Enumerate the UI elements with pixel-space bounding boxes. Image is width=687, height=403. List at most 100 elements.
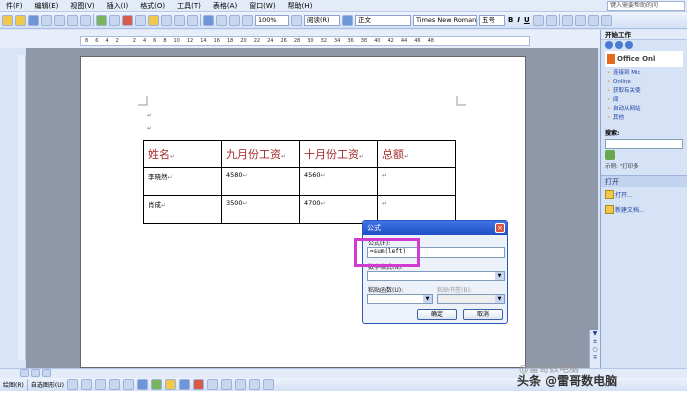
- bullets-icon[interactable]: [587, 14, 599, 26]
- go-arrow-icon[interactable]: [605, 150, 615, 160]
- menu-file[interactable]: 件(F): [0, 1, 29, 11]
- font-color-icon[interactable]: [192, 379, 204, 390]
- styles-icon[interactable]: [342, 14, 353, 26]
- back-icon[interactable]: [605, 41, 613, 49]
- cancel-button[interactable]: 取消: [463, 309, 503, 320]
- reading-button[interactable]: 阅读(R): [304, 14, 340, 26]
- menu-window[interactable]: 窗口(W): [243, 1, 281, 11]
- draw-menu[interactable]: 绘图(R): [3, 380, 24, 389]
- task-pane-link-cont[interactable]: Online: [601, 78, 687, 87]
- horizontal-ruler[interactable]: 8 6 4 2 2 4 6 8 10 12 14 16 18 20 22 24 …: [80, 36, 530, 46]
- task-pane-link[interactable]: 自动从网站: [601, 105, 687, 114]
- table-header-cell[interactable]: 姓名↵: [143, 140, 222, 168]
- number-format-select[interactable]: ▼: [367, 271, 505, 281]
- table-cell[interactable]: 3500↵: [221, 195, 300, 224]
- italic-button[interactable]: I: [516, 16, 521, 24]
- task-pane-title[interactable]: 开始工作: [601, 30, 687, 40]
- home-icon[interactable]: [625, 41, 633, 49]
- open-file-link[interactable]: 打开...: [601, 187, 687, 202]
- line-style-icon[interactable]: [206, 379, 218, 390]
- table-cell[interactable]: 4560↵: [299, 167, 378, 196]
- table-cell[interactable]: 肖成↵: [143, 195, 222, 224]
- print-view-icon[interactable]: [42, 369, 51, 377]
- format-painter-icon[interactable]: [161, 14, 172, 26]
- insert-excel-icon[interactable]: [242, 14, 253, 26]
- menu-format[interactable]: 格式(O): [134, 1, 171, 11]
- web-view-icon[interactable]: [31, 369, 40, 377]
- underline-button[interactable]: U: [523, 16, 531, 24]
- task-pane-link-cont[interactable]: 闻: [601, 96, 687, 105]
- copy-icon[interactable]: [135, 14, 146, 26]
- wordart-icon[interactable]: [136, 379, 148, 390]
- clipart-icon[interactable]: [150, 379, 162, 390]
- new-document-link[interactable]: 新建文档...: [601, 202, 687, 217]
- paste-bookmark-select[interactable]: ▼: [437, 294, 505, 304]
- line-color-icon[interactable]: [178, 379, 190, 390]
- cut-icon[interactable]: [122, 14, 133, 26]
- table-header-cell[interactable]: 十月份工资↵: [299, 140, 378, 168]
- dash-style-icon[interactable]: [220, 379, 232, 390]
- vertical-ruler[interactable]: [18, 55, 26, 360]
- task-pane-link-more[interactable]: 其他: [601, 114, 687, 123]
- numbering-icon[interactable]: [574, 14, 586, 26]
- line-icon[interactable]: [66, 379, 78, 390]
- font-select[interactable]: Times New Roman: [413, 14, 477, 26]
- ok-button[interactable]: 确定: [417, 309, 457, 320]
- salary-table[interactable]: 姓名↵ 九月份工资↵ 十月份工资↵ 总额↵ 李晓然↵ 4580↵ 4560↵ ↵…: [143, 140, 456, 224]
- menu-help[interactable]: 帮助(H): [282, 1, 319, 11]
- font-size-select[interactable]: 五号: [479, 14, 505, 26]
- decrease-indent-icon[interactable]: [600, 14, 612, 26]
- paste-icon[interactable]: [148, 14, 159, 26]
- tables-borders-icon[interactable]: [216, 14, 227, 26]
- table-cell[interactable]: 李晓然↵: [143, 167, 222, 196]
- menu-insert[interactable]: 插入(I): [101, 1, 135, 11]
- autoshapes-menu[interactable]: 自选图形(U): [31, 380, 64, 389]
- bold-button[interactable]: B: [507, 16, 514, 24]
- dialog-title-bar[interactable]: 公式 ×: [363, 221, 507, 235]
- help-search-box[interactable]: 键入需要帮助的问: [607, 1, 685, 11]
- print-icon[interactable]: [67, 14, 78, 26]
- open-icon[interactable]: [15, 14, 26, 26]
- table-cell[interactable]: 4580↵: [221, 167, 300, 196]
- new-icon[interactable]: [2, 14, 13, 26]
- menu-tools[interactable]: 工具(T): [171, 1, 207, 11]
- print-preview-icon[interactable]: [80, 14, 91, 26]
- align-justify-icon[interactable]: [561, 14, 573, 26]
- help-icon[interactable]: [291, 14, 302, 26]
- style-select[interactable]: 正文: [355, 14, 411, 26]
- save-icon[interactable]: [28, 14, 39, 26]
- oval-icon[interactable]: [108, 379, 120, 390]
- table-header-cell[interactable]: 九月份工资↵: [221, 140, 300, 168]
- research-icon[interactable]: [109, 14, 120, 26]
- textbox-icon[interactable]: [122, 379, 134, 390]
- table-cell[interactable]: ↵: [377, 167, 456, 196]
- insert-table-icon[interactable]: [229, 14, 240, 26]
- close-button[interactable]: ×: [495, 223, 505, 233]
- task-pane-link[interactable]: 获取有关使: [601, 87, 687, 96]
- menu-table[interactable]: 表格(A): [207, 1, 243, 11]
- vertical-scrollbar[interactable]: ▼ ± ○ ∓: [589, 330, 600, 368]
- paste-function-select[interactable]: ▼: [367, 294, 433, 304]
- arrow-icon[interactable]: [80, 379, 92, 390]
- rectangle-icon[interactable]: [94, 379, 106, 390]
- search-input[interactable]: [605, 139, 683, 149]
- redo-icon[interactable]: [187, 14, 198, 26]
- arrow-style-icon[interactable]: [234, 379, 246, 390]
- char-border-icon[interactable]: [532, 14, 544, 26]
- menu-view[interactable]: 视图(V): [64, 1, 100, 11]
- zoom-select[interactable]: 100%: [255, 14, 289, 26]
- table-header-cell[interactable]: 总额↵: [377, 140, 456, 168]
- hyperlink-icon[interactable]: [203, 14, 214, 26]
- permission-icon[interactable]: [41, 14, 52, 26]
- fill-color-icon[interactable]: [164, 379, 176, 390]
- char-shading-icon[interactable]: [545, 14, 557, 26]
- menu-edit[interactable]: 编辑(E): [29, 1, 65, 11]
- 3d-icon[interactable]: [262, 379, 274, 390]
- undo-icon[interactable]: [174, 14, 185, 26]
- task-pane-link[interactable]: 连接到 Mic: [601, 69, 687, 78]
- spelling-icon[interactable]: [96, 14, 107, 26]
- normal-view-icon[interactable]: [20, 369, 29, 377]
- email-icon[interactable]: [54, 14, 65, 26]
- shadow-icon[interactable]: [248, 379, 260, 390]
- forward-icon[interactable]: [615, 41, 623, 49]
